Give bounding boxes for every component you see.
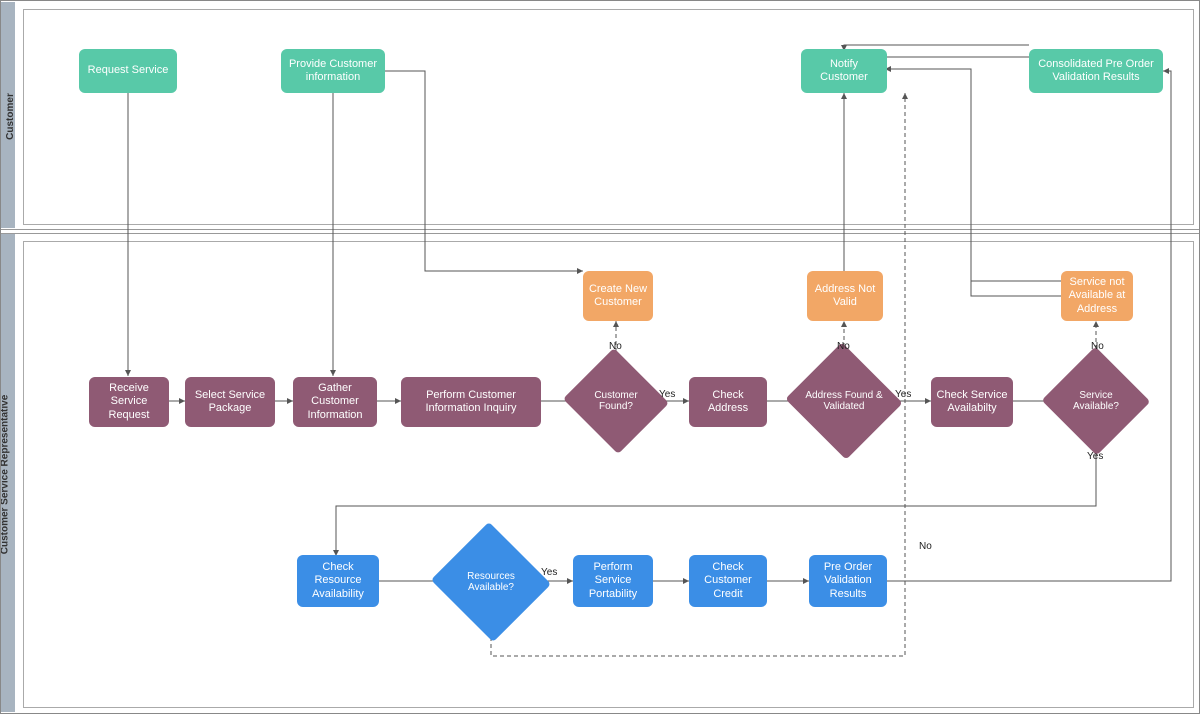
node-svc-available[interactable]: Service Available? (1057, 363, 1135, 439)
edge-label-yes: Yes (895, 389, 911, 400)
node-notify-customer[interactable]: Notify Customer (801, 49, 887, 93)
node-svc-not-avail[interactable]: Service not Available at Address (1061, 271, 1133, 321)
diagram-canvas: Customer Customer Service Representative (0, 0, 1200, 714)
node-create-new[interactable]: Create New Customer (583, 271, 653, 321)
lane-divider-2 (1, 233, 1199, 234)
edge-label-no: No (1091, 341, 1104, 352)
node-check-svc-avail[interactable]: Check Service Availabilty (931, 377, 1013, 427)
node-perform-port[interactable]: Perform Service Portability (573, 555, 653, 607)
node-check-credit[interactable]: Check Customer Credit (689, 555, 767, 607)
node-label: Address Found & Validated (801, 386, 887, 417)
node-label: Check Resource Availability (301, 561, 375, 601)
node-perform-inquiry[interactable]: Perform Customer Information Inquiry (401, 377, 541, 427)
lane-label-text: Customer (5, 93, 16, 140)
node-label: Check Customer Credit (693, 561, 763, 601)
node-label: Gather Customer Information (297, 382, 373, 422)
node-label: Check Address (693, 389, 763, 415)
node-request-service[interactable]: Request Service (79, 49, 177, 93)
node-addr-found[interactable]: Address Found & Validated (801, 361, 887, 441)
node-label: Service Available? (1057, 386, 1135, 417)
node-label: Address Not Valid (811, 283, 879, 309)
node-resources-avail[interactable]: Resources Available? (447, 541, 535, 623)
node-label: Select Service Package (189, 389, 271, 415)
node-customer-found[interactable]: Customer Found? (577, 365, 655, 437)
node-preorder-results[interactable]: Pre Order Validation Results (809, 555, 887, 607)
lane-divider (1, 229, 1199, 230)
node-label: Pre Order Validation Results (813, 561, 883, 601)
node-label: Resources Available? (447, 567, 535, 598)
node-check-address[interactable]: Check Address (689, 377, 767, 427)
lane-frame-customer (23, 9, 1194, 225)
edge-label-yes: Yes (659, 389, 675, 400)
node-label: Service not Available at Address (1065, 276, 1129, 316)
edge-label-yes: Yes (1087, 451, 1103, 462)
node-label: Perform Service Portability (577, 561, 649, 601)
node-receive-req[interactable]: Receive Service Request (89, 377, 169, 427)
node-label: Receive Service Request (93, 382, 165, 422)
node-provide-info[interactable]: Provide Customer information (281, 49, 385, 93)
lane-label-text: Customer Service Representative (0, 395, 10, 555)
node-label: Customer Found? (577, 386, 655, 417)
node-label: Provide Customer information (285, 58, 381, 84)
node-consolidated[interactable]: Consolidated Pre Order Validation Result… (1029, 49, 1163, 93)
node-addr-not-valid[interactable]: Address Not Valid (807, 271, 883, 321)
node-label: Perform Customer Information Inquiry (405, 389, 537, 415)
node-gather-info[interactable]: Gather Customer Information (293, 377, 377, 427)
edge-label-yes: Yes (541, 567, 557, 578)
node-label: Create New Customer (587, 283, 649, 309)
edge-label-no: No (837, 341, 850, 352)
lane-label-csr: Customer Service Representative (3, 234, 17, 712)
lane-label-customer: Customer (3, 1, 17, 227)
node-label: Request Service (88, 64, 169, 77)
node-select-pkg[interactable]: Select Service Package (185, 377, 275, 427)
node-label: Check Service Availabilty (935, 389, 1009, 415)
node-label: Notify Customer (805, 58, 883, 84)
edge-label-no: No (919, 541, 932, 552)
node-check-resource[interactable]: Check Resource Availability (297, 555, 379, 607)
node-label: Consolidated Pre Order Validation Result… (1033, 58, 1159, 84)
edge-label-no: No (609, 341, 622, 352)
